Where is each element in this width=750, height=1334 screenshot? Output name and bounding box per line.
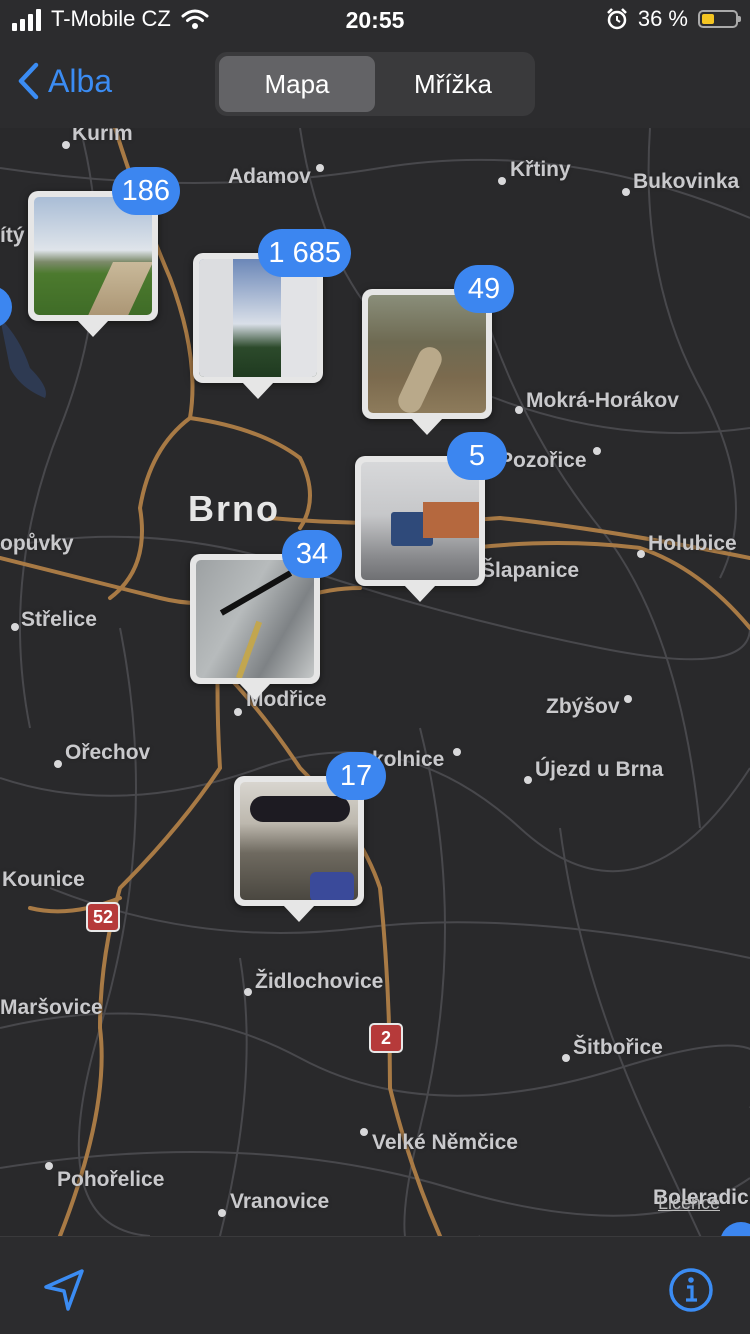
place-label: Adamov	[228, 165, 311, 188]
place-label: Bukovinka	[633, 170, 740, 193]
photo-thumbnail	[196, 560, 314, 678]
battery-percent: 36 %	[637, 6, 688, 31]
map-view[interactable]: Brno Kuřim Adamov Křtiny Bukovinka ítý M…	[0, 128, 750, 1236]
place-label: Maršovice	[0, 996, 103, 1019]
place-dot	[11, 623, 19, 631]
place-dot	[637, 550, 645, 558]
view-segmented-control: Mapa Mřížka	[215, 52, 535, 116]
place-label: Pozořice	[499, 449, 587, 472]
photo-count-badge: 34	[282, 530, 342, 578]
location-arrow-icon	[44, 1269, 84, 1311]
chevron-left-icon	[18, 62, 39, 100]
photo-count-badge: 186	[111, 167, 180, 215]
place-label: Mokrá-Horákov	[526, 389, 679, 412]
photo-thumbnail	[361, 462, 479, 580]
place-label: Střelice	[21, 608, 97, 631]
status-right: 36 %	[606, 6, 741, 32]
place-dot	[218, 1209, 226, 1217]
place-dot	[622, 188, 630, 196]
place-dot	[593, 447, 601, 455]
bottom-toolbar	[0, 1236, 750, 1334]
photo-cluster-pin[interactable]: 49	[362, 265, 514, 435]
place-label: Ořechov	[65, 741, 151, 764]
current-location-button[interactable]	[42, 1267, 88, 1313]
place-dot	[62, 141, 70, 149]
place-label: Pohořelice	[57, 1168, 165, 1191]
status-bar: T-Mobile CZ 20:55 36 %	[0, 0, 750, 44]
back-label: Alba	[48, 62, 113, 99]
photo-thumbnail	[240, 782, 358, 900]
place-dot	[54, 760, 62, 768]
photo-cluster-pin[interactable]: 186	[28, 167, 180, 337]
photo-count-badge: 49	[454, 265, 514, 313]
place-label: Kuřim	[72, 128, 133, 145]
road-shield: 52	[86, 902, 120, 932]
photo-count-badge: 1 685	[258, 229, 351, 277]
place-dot	[515, 406, 523, 414]
place-label: Židlochovice	[255, 970, 384, 993]
place-label: Křtiny	[510, 158, 571, 181]
battery-icon	[698, 10, 741, 28]
place-label: ítý	[0, 224, 25, 247]
place-label: Velké Němčice	[372, 1131, 518, 1154]
photo-thumbnail	[368, 295, 486, 413]
place-label: Šlapanice	[481, 559, 580, 582]
place-label: Kounice	[2, 868, 85, 891]
photo-count-badge: 17	[326, 752, 386, 800]
photos-map-screen: T-Mobile CZ 20:55 36 % Alba Mapa Mřížka …	[0, 0, 750, 1334]
photo-cluster-pin[interactable]: 1 685	[193, 229, 351, 399]
place-dot	[562, 1054, 570, 1062]
place-label: Újezd u Brna	[535, 758, 664, 781]
place-dot	[360, 1128, 368, 1136]
info-icon	[669, 1268, 713, 1312]
place-dot	[234, 708, 242, 716]
photo-cluster-pin[interactable]: 5	[355, 432, 507, 602]
place-dot	[453, 748, 461, 756]
place-dot	[498, 177, 506, 185]
place-label: Šitbořice	[573, 1036, 663, 1059]
place-dot	[524, 776, 532, 784]
place-dot	[624, 695, 632, 703]
photo-count-badge: 5	[447, 432, 507, 480]
info-button[interactable]	[668, 1267, 714, 1313]
segment-grid[interactable]: Mřížka	[375, 56, 531, 112]
segment-map[interactable]: Mapa	[219, 56, 375, 112]
photo-cluster-pin[interactable]: 34	[190, 530, 342, 700]
place-dot	[244, 988, 252, 996]
place-dot	[45, 1162, 53, 1170]
back-button[interactable]: Alba	[16, 62, 112, 100]
place-label: Vranovice	[230, 1190, 330, 1213]
city-label: Brno	[188, 488, 280, 529]
photo-cluster-pin[interactable]: 17	[234, 752, 386, 922]
map-licence-link[interactable]: Licence	[658, 1193, 720, 1214]
alarm-icon	[606, 8, 627, 30]
place-label: Zbýšov	[546, 695, 620, 718]
road-shield: 2	[369, 1023, 403, 1053]
place-dot	[316, 164, 324, 172]
place-label: Holubice	[648, 532, 737, 555]
navigation-bar: Alba Mapa Mřížka	[0, 44, 750, 128]
place-label: opůvky	[0, 532, 74, 555]
